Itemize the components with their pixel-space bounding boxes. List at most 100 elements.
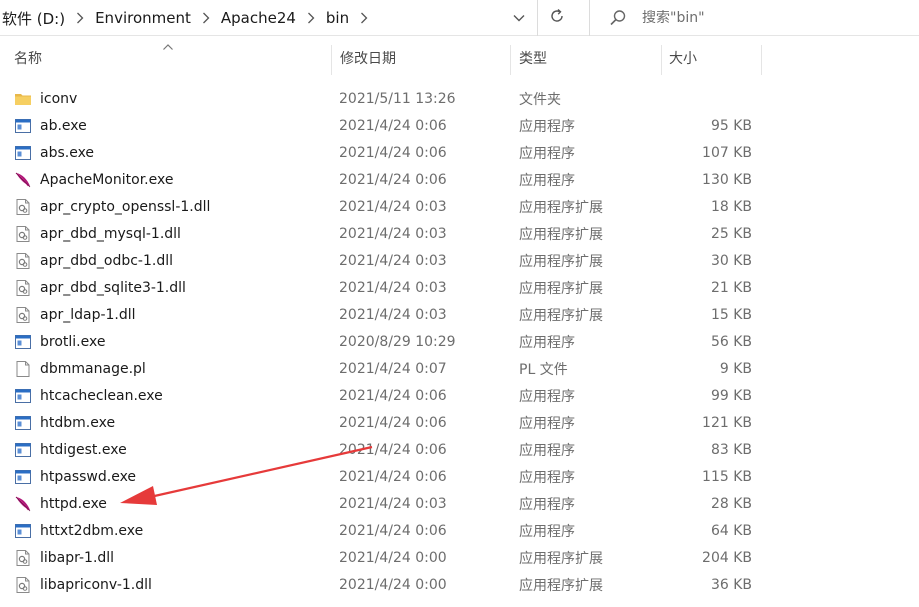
list-item[interactable]: libapriconv-1.dll 2021/4/24 0:00 应用程序扩展 36 …: [0, 571, 919, 598]
file-name: htdbm.exe: [40, 414, 116, 431]
list-item[interactable]: libapr-1.dll 2021/4/24 0:00 应用程序扩展 204 KB: [0, 544, 919, 571]
search-input[interactable]: [642, 10, 892, 26]
dll-icon: [14, 198, 32, 216]
file-name-cell[interactable]: brotli.exe: [14, 328, 105, 355]
file-name-cell[interactable]: apr_dbd_odbc-1.dll: [14, 247, 173, 274]
file-name: iconv: [40, 90, 78, 107]
file-type: 应用程序扩展: [519, 280, 603, 297]
list-item[interactable]: apr_crypto_openssl-1.dll 2021/4/24 0:03 应用…: [0, 193, 919, 220]
list-item[interactable]: htdigest.exe 2021/4/24 0:06 应用程序 83 KB: [0, 436, 919, 463]
chevron-right-icon[interactable]: [304, 11, 318, 25]
file-name-cell[interactable]: apr_crypto_openssl-1.dll: [14, 193, 210, 220]
file-name-cell[interactable]: libapriconv-1.dll: [14, 571, 152, 598]
file-name: apr_crypto_openssl-1.dll: [40, 198, 211, 215]
refresh-icon: [549, 8, 565, 28]
list-item[interactable]: brotli.exe 2020/8/29 10:29 应用程序 56 KB: [0, 328, 919, 355]
file-name: apr_dbd_odbc-1.dll: [40, 252, 173, 269]
list-item[interactable]: abs.exe 2021/4/24 0:06 应用程序 107 KB: [0, 139, 919, 166]
dll-icon: [14, 576, 32, 594]
file-name-cell[interactable]: apr_dbd_sqlite3-1.dll: [14, 274, 186, 301]
file-name-cell[interactable]: iconv: [14, 85, 77, 112]
file-list: iconv 2021/5/11 13:26 文件夹 ab.exe 2021/4/24 0…: [0, 85, 919, 598]
file-date: 2021/4/24 0:00: [339, 576, 447, 593]
list-item[interactable]: dbmmanage.pl 2021/4/24 0:07 PL 文件 9 KB: [0, 355, 919, 382]
search-box[interactable]: [589, 0, 919, 36]
breadcrumb-item-bin[interactable]: bin: [320, 9, 355, 27]
column-header-type[interactable]: 类型: [511, 37, 661, 79]
dll-icon: [14, 252, 32, 270]
column-divider[interactable]: [761, 45, 762, 75]
file-name-cell[interactable]: httpd.exe: [14, 490, 107, 517]
file-size: 28 KB: [710, 495, 752, 512]
refresh-button[interactable]: [541, 4, 573, 32]
file-name-cell[interactable]: apr_dbd_mysql-1.dll: [14, 220, 181, 247]
file-date: 2020/8/29 10:29: [339, 333, 456, 350]
file-name-cell[interactable]: dbmmanage.pl: [14, 355, 146, 382]
file-size: [600, 85, 752, 112]
file-size: 25 KB: [710, 225, 752, 242]
file-date: 2021/4/24 0:03: [339, 225, 447, 242]
column-header-name[interactable]: 名称: [6, 37, 331, 79]
list-item[interactable]: httxt2dbm.exe 2021/4/24 0:06 应用程序 64 KB: [0, 517, 919, 544]
file-name-cell[interactable]: apr_ldap-1.dll: [14, 301, 136, 328]
file-type: 应用程序扩展: [519, 253, 603, 270]
chevron-right-icon[interactable]: [73, 11, 87, 25]
file-name: apr_dbd_sqlite3-1.dll: [40, 279, 186, 296]
breadcrumb: 软件 (D:) Environment Apache24 bin: [0, 0, 537, 36]
file-name-cell[interactable]: httxt2dbm.exe: [14, 517, 143, 544]
file-date: 2021/5/11 13:26: [339, 90, 456, 107]
file-name-cell[interactable]: libapr-1.dll: [14, 544, 114, 571]
dll-icon: [14, 279, 32, 297]
list-item[interactable]: httpd.exe 2021/4/24 0:03 应用程序 28 KB: [0, 490, 919, 517]
column-header-size[interactable]: 大小: [661, 37, 761, 79]
file-date: 2021/4/24 0:06: [339, 171, 447, 188]
history-dropdown-button[interactable]: [505, 4, 533, 32]
file-size: 204 KB: [702, 549, 752, 566]
column-header-date-label: 修改日期: [340, 51, 396, 67]
file-date: 2021/4/24 0:06: [339, 117, 447, 134]
file-name-cell[interactable]: htcacheclean.exe: [14, 382, 163, 409]
file-name: libapriconv-1.dll: [40, 576, 152, 593]
file-name-cell[interactable]: htdbm.exe: [14, 409, 115, 436]
file-date: 2021/4/24 0:03: [339, 279, 447, 296]
chevron-right-icon[interactable]: [199, 11, 213, 25]
file-name-cell[interactable]: htdigest.exe: [14, 436, 127, 463]
search-icon: [608, 8, 628, 28]
file-name-cell[interactable]: ab.exe: [14, 112, 87, 139]
file-type: 应用程序: [519, 172, 575, 189]
list-item[interactable]: apr_dbd_odbc-1.dll 2021/4/24 0:03 应用程序扩展 30…: [0, 247, 919, 274]
file-name-cell[interactable]: ApacheMonitor.exe: [14, 166, 173, 193]
file-name: htcacheclean.exe: [40, 387, 163, 404]
dll-icon: [14, 549, 32, 567]
breadcrumb-item-apache24[interactable]: Apache24: [215, 9, 302, 27]
list-item[interactable]: ApacheMonitor.exe 2021/4/24 0:06 应用程序 130 K…: [0, 166, 919, 193]
breadcrumb-item-environment[interactable]: Environment: [89, 9, 197, 27]
list-item[interactable]: iconv 2021/5/11 13:26 文件夹: [0, 85, 919, 112]
file-type: 应用程序: [519, 145, 575, 162]
list-item[interactable]: apr_dbd_sqlite3-1.dll 2021/4/24 0:03 应用程序扩…: [0, 274, 919, 301]
file-type: 应用程序: [519, 442, 575, 459]
list-item[interactable]: htdbm.exe 2021/4/24 0:06 应用程序 121 KB: [0, 409, 919, 436]
address-bar: 软件 (D:) Environment Apache24 bin: [0, 0, 919, 36]
file-name: htdigest.exe: [40, 441, 127, 458]
list-item[interactable]: htcacheclean.exe 2021/4/24 0:06 应用程序 99 KB: [0, 382, 919, 409]
list-item[interactable]: apr_dbd_mysql-1.dll 2021/4/24 0:03 应用程序扩展 2…: [0, 220, 919, 247]
chevron-right-icon[interactable]: [357, 11, 371, 25]
file-size: 56 KB: [710, 333, 752, 350]
column-header-date[interactable]: 修改日期: [332, 37, 510, 79]
file-type: 应用程序扩展: [519, 550, 603, 567]
exe-icon: [14, 144, 32, 162]
list-item[interactable]: htpasswd.exe 2021/4/24 0:06 应用程序 115 KB: [0, 463, 919, 490]
file-name: dbmmanage.pl: [40, 360, 146, 377]
list-item[interactable]: apr_ldap-1.dll 2021/4/24 0:03 应用程序扩展 15 KB: [0, 301, 919, 328]
list-item[interactable]: ab.exe 2021/4/24 0:06 应用程序 95 KB: [0, 112, 919, 139]
file-type: 应用程序: [519, 496, 575, 513]
file-name-cell[interactable]: htpasswd.exe: [14, 463, 136, 490]
file-name: htpasswd.exe: [40, 468, 137, 485]
exe-icon: [14, 441, 32, 459]
file-type: 应用程序扩展: [519, 199, 603, 216]
breadcrumb-item-drive[interactable]: 软件 (D:): [0, 8, 71, 29]
file-name: libapr-1.dll: [40, 549, 115, 566]
file-size: 18 KB: [710, 198, 752, 215]
file-name-cell[interactable]: abs.exe: [14, 139, 94, 166]
